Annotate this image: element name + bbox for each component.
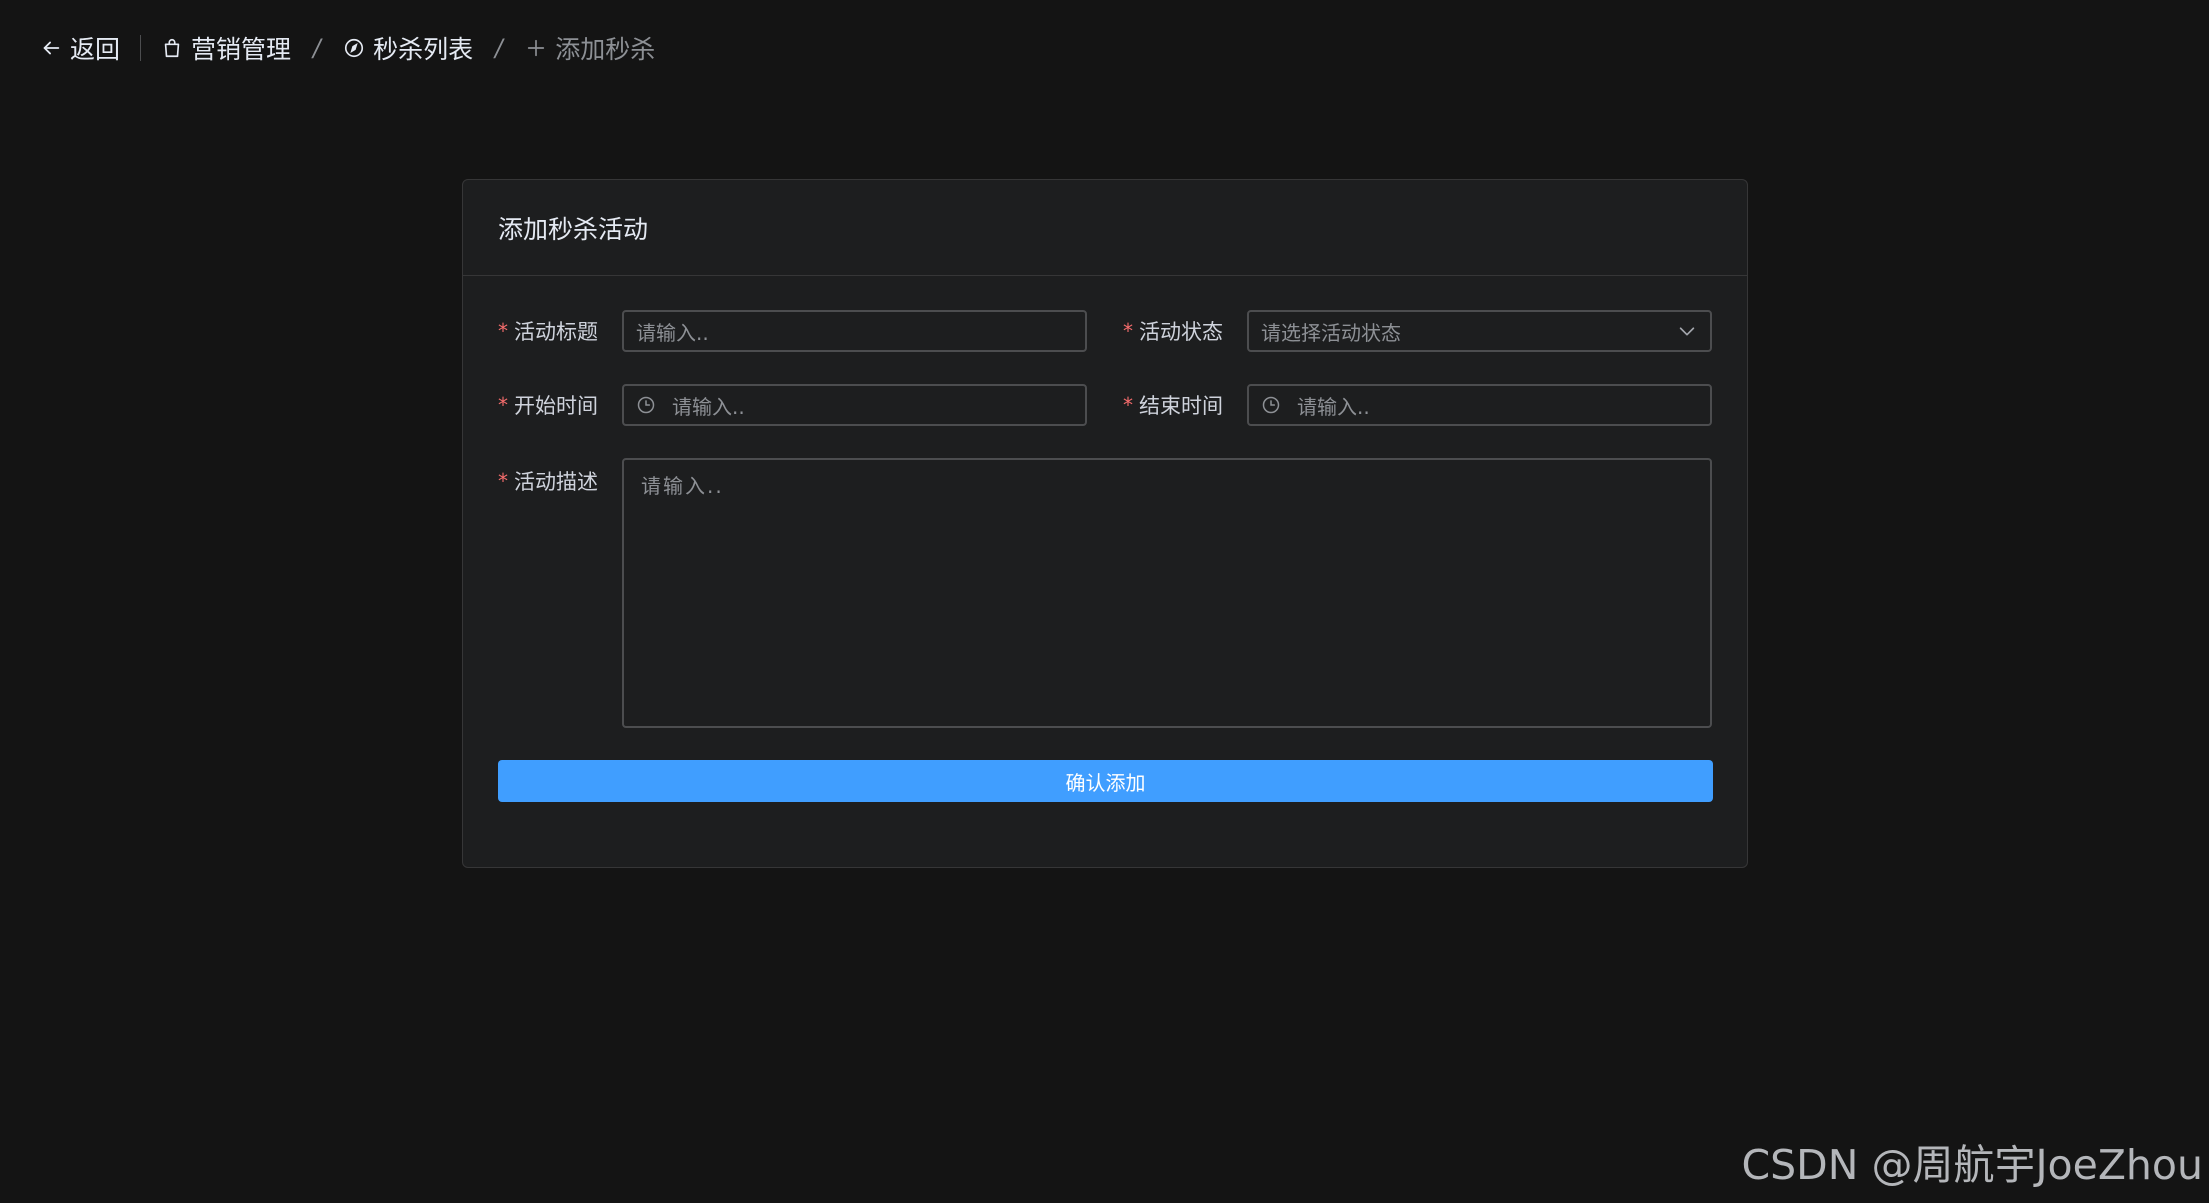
description-label: * 活动描述 bbox=[498, 458, 622, 496]
end-time-field: * 结束时间 请输入.. bbox=[1123, 384, 1712, 426]
page-header: 返回 营销管理 / 秒杀列表 / 添加秒杀 bbox=[40, 26, 655, 70]
status-select[interactable]: 请选择活动状态 bbox=[1247, 310, 1712, 352]
clock-icon bbox=[1262, 396, 1280, 414]
title-input[interactable]: 请输入.. bbox=[622, 310, 1087, 352]
required-mark: * bbox=[498, 319, 508, 343]
breadcrumb-separator: / bbox=[310, 34, 324, 62]
breadcrumb-label: 秒杀列表 bbox=[373, 35, 474, 64]
required-mark: * bbox=[498, 393, 508, 417]
title-placeholder: 请输入.. bbox=[636, 320, 709, 345]
add-seckill-card: 添加秒杀活动 * 活动标题 请输入.. * 活动状态 请选择活动状态 * 开始时… bbox=[462, 179, 1748, 868]
add-seckill-form: * 活动标题 请输入.. * 活动状态 请选择活动状态 * 开始时间 请输入..… bbox=[463, 276, 1747, 802]
shopping-bag-icon bbox=[164, 38, 180, 58]
back-button[interactable]: 返回 bbox=[40, 30, 120, 66]
end-time-placeholder: 请输入.. bbox=[1297, 394, 1370, 419]
start-time-label: * 开始时间 bbox=[498, 390, 622, 420]
start-time-placeholder: 请输入.. bbox=[672, 394, 745, 419]
description-textarea[interactable]: 请输入.. bbox=[622, 458, 1712, 728]
breadcrumb-label: 添加秒杀 bbox=[555, 35, 656, 64]
end-time-label: * 结束时间 bbox=[1123, 390, 1247, 420]
watermark: CSDN @周航宇JoeZhou bbox=[1741, 1141, 2203, 1189]
label-text: 活动标题 bbox=[514, 320, 598, 344]
breadcrumb-separator: / bbox=[492, 34, 506, 62]
title-label: * 活动标题 bbox=[498, 316, 622, 346]
breadcrumb-label: 营销管理 bbox=[191, 35, 292, 64]
status-placeholder: 请选择活动状态 bbox=[1261, 320, 1401, 345]
back-label: 返回 bbox=[70, 35, 121, 64]
label-text: 活动描述 bbox=[514, 470, 598, 494]
description-placeholder: 请输入.. bbox=[641, 474, 724, 498]
required-mark: * bbox=[1123, 393, 1133, 417]
required-mark: * bbox=[498, 469, 508, 493]
chevron-down-icon bbox=[1679, 327, 1695, 336]
card-title: 添加秒杀活动 bbox=[498, 214, 649, 244]
breadcrumb-item-seckill-list[interactable]: 秒杀列表 bbox=[343, 30, 473, 66]
label-text: 活动状态 bbox=[1139, 320, 1223, 344]
form-row: * 开始时间 请输入.. * 结束时间 请输入.. bbox=[498, 384, 1712, 426]
status-label: * 活动状态 bbox=[1123, 316, 1247, 346]
start-time-input[interactable]: 请输入.. bbox=[622, 384, 1087, 426]
form-row: * 活动描述 请输入.. bbox=[498, 458, 1712, 728]
breadcrumb-item-add-seckill: 添加秒杀 bbox=[525, 30, 655, 66]
end-time-input[interactable]: 请输入.. bbox=[1247, 384, 1712, 426]
label-text: 结束时间 bbox=[1139, 394, 1223, 418]
status-field: * 活动状态 请选择活动状态 bbox=[1123, 310, 1712, 352]
start-time-field: * 开始时间 请输入.. bbox=[498, 384, 1087, 426]
plus-icon bbox=[528, 39, 545, 57]
label-text: 开始时间 bbox=[514, 394, 598, 418]
arrow-left-icon bbox=[43, 41, 60, 55]
confirm-add-button[interactable]: 确认添加 bbox=[498, 760, 1713, 802]
card-header: 添加秒杀活动 bbox=[463, 180, 1747, 276]
title-field: * 活动标题 请输入.. bbox=[498, 310, 1087, 352]
required-mark: * bbox=[1123, 319, 1133, 343]
form-row: * 活动标题 请输入.. * 活动状态 请选择活动状态 bbox=[498, 310, 1712, 352]
breadcrumb-item-marketing[interactable]: 营销管理 bbox=[161, 30, 291, 66]
compass-icon bbox=[345, 38, 364, 58]
header-divider bbox=[140, 35, 142, 61]
confirm-add-label: 确认添加 bbox=[1065, 770, 1146, 795]
clock-icon bbox=[637, 396, 655, 414]
